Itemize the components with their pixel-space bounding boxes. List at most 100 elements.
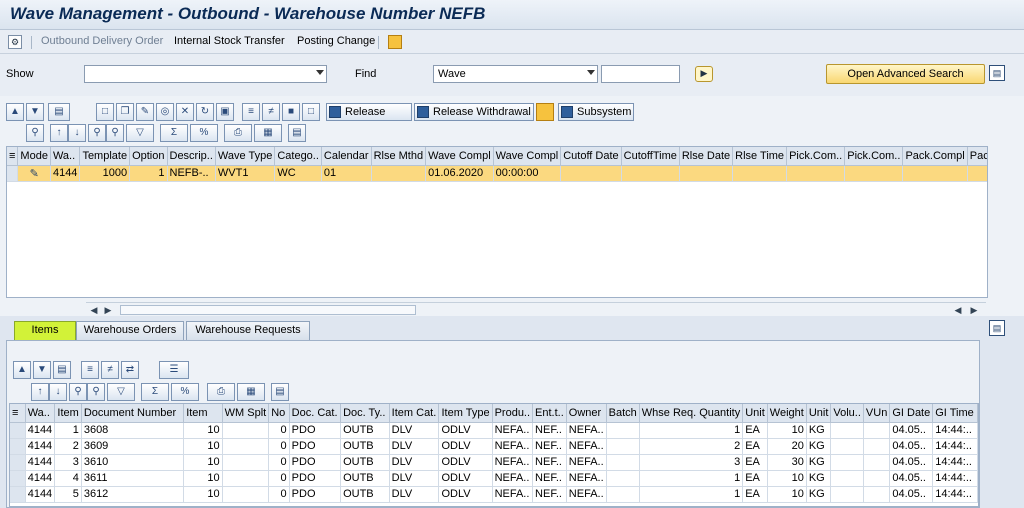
show-select[interactable] <box>84 65 327 83</box>
column-header-wa-1[interactable]: Wa.. <box>50 147 81 166</box>
arrow-down-icon[interactable]: ▼ <box>26 103 44 121</box>
scroll-thumb[interactable] <box>120 305 416 315</box>
release-button[interactable]: Release <box>326 103 412 121</box>
arrow-up-icon[interactable]: ▲ <box>13 361 31 379</box>
sum-icon[interactable]: Σ <box>141 383 169 401</box>
details-icon[interactable]: ▤ <box>48 103 70 121</box>
table-row[interactable]: 4144 4 3611 10 0 PDO OUTB DLV ODLV NEFA.. NEF.. NEF… <box>10 470 978 487</box>
sort-ascending-icon[interactable]: ↑ <box>50 124 68 142</box>
column-header-owner-12[interactable]: Owner <box>566 404 607 423</box>
list-icon[interactable]: ☰ <box>159 361 189 379</box>
export-icon[interactable]: ▦ <box>254 124 282 142</box>
refresh-icon[interactable]: ↻ <box>196 103 214 121</box>
arrow-down-icon[interactable]: ▼ <box>33 361 51 379</box>
lock-icon[interactable]: ■ <box>282 103 300 121</box>
column-header-calendar-7[interactable]: Calendar <box>321 147 372 166</box>
layout-icon[interactable]: ▤ <box>989 320 1005 336</box>
column-header-pick-com-15[interactable]: Pick.Com.. <box>786 147 846 166</box>
details-icon[interactable]: ▤ <box>53 361 71 379</box>
column-header-item-type-9[interactable]: Item Type <box>438 404 493 423</box>
row-selector[interactable] <box>10 470 26 487</box>
sum-icon[interactable]: Σ <box>160 124 188 142</box>
column-header-item-3[interactable]: Item <box>183 404 223 423</box>
merge-icon[interactable]: ≡ <box>242 103 260 121</box>
copy-icon[interactable]: ❐ <box>116 103 134 121</box>
column-header-wm-splt-4[interactable]: WM Splt <box>222 404 270 423</box>
arrow-up-icon[interactable]: ▲ <box>6 103 24 121</box>
yellow-folder-icon[interactable] <box>536 103 554 121</box>
table-row[interactable]: 4144 5 3612 10 0 PDO OUTB DLV ODLV NEFA.. NEF.. NEF… <box>10 486 978 503</box>
column-header-doc-ty-7[interactable]: Doc. Ty.. <box>340 404 390 423</box>
column-header-produ-10[interactable]: Produ.. <box>492 404 534 423</box>
release-withdrawal-button[interactable]: Release Withdrawal <box>414 103 534 121</box>
column-header-rlse-date-13[interactable]: Rlse Date <box>679 147 734 166</box>
column-header-whse-req-quantity-14[interactable]: Whse Req. Quantity <box>639 404 744 423</box>
column-header-item-1[interactable]: Item <box>54 404 82 423</box>
delete-icon[interactable]: ✕ <box>176 103 194 121</box>
unlock-icon[interactable]: □ <box>302 103 320 121</box>
sort-descending-icon[interactable]: ↓ <box>49 383 67 401</box>
table-row[interactable]: 4144 3 3610 10 0 PDO OUTB DLV ODLV NEFA.. NEF.. NEF… <box>10 454 978 471</box>
layout-icon[interactable]: ≡ <box>10 404 26 423</box>
table-row[interactable]: 4144 2 3609 10 0 PDO OUTB DLV ODLV NEFA.. NEF.. NEF… <box>10 438 978 455</box>
scroll-right-icon[interactable]: ▶ <box>968 304 980 316</box>
column-header-vun-19[interactable]: VUn <box>863 404 891 423</box>
merge-icon[interactable]: ≡ <box>81 361 99 379</box>
search-icon[interactable]: ⚲ <box>69 383 87 401</box>
column-header-gi-time-21[interactable]: GI Time <box>932 404 978 423</box>
tab-warehouse-requests[interactable]: Warehouse Requests <box>186 321 310 340</box>
print-icon[interactable]: ⎙ <box>224 124 252 142</box>
find-text-input[interactable] <box>601 65 680 83</box>
find-select[interactable]: Wave <box>433 65 598 83</box>
column-header-gi-date-20[interactable]: GI Date <box>889 404 934 423</box>
subtotal-icon[interactable]: % <box>171 383 199 401</box>
open-advanced-search-button[interactable]: Open Advanced Search <box>826 64 985 84</box>
export-icon[interactable]: ▦ <box>237 383 265 401</box>
subsystem-button[interactable]: Subsystem <box>558 103 634 121</box>
save-icon[interactable]: ▣ <box>216 103 234 121</box>
column-header-batch-13[interactable]: Batch <box>606 404 640 423</box>
split-icon[interactable]: ≠ <box>101 361 119 379</box>
graphic-icon[interactable]: ▤ <box>288 124 306 142</box>
column-header-ent-t-11[interactable]: Ent.t.. <box>532 404 567 423</box>
find-icon[interactable]: ⚲ <box>26 124 44 142</box>
internal-stock-transfer-button[interactable]: Internal Stock Transfer <box>174 35 285 47</box>
sort-descending-icon[interactable]: ↓ <box>68 124 86 142</box>
column-header-wave-compl-10[interactable]: Wave Compl <box>493 147 562 166</box>
column-header-wave-type-5[interactable]: Wave Type <box>215 147 276 166</box>
split-icon[interactable]: ≠ <box>262 103 280 121</box>
graphic-icon[interactable]: ▤ <box>271 383 289 401</box>
layout-icon[interactable]: ≡ <box>7 147 19 166</box>
table-row[interactable]: 4144 1 3608 10 0 PDO OUTB DLV ODLV NEFA.. NEF.. NEF… <box>10 422 978 439</box>
column-header-item-cat-8[interactable]: Item Cat. <box>389 404 440 423</box>
column-header-mode-0[interactable]: Mode <box>17 147 51 166</box>
display-icon[interactable]: ◎ <box>156 103 174 121</box>
column-header-pack-compl-17[interactable]: Pack.Compl <box>902 147 968 166</box>
scroll-left-icon[interactable]: ◀ <box>88 304 100 316</box>
find-next-icon[interactable]: ⚲ <box>87 383 105 401</box>
sort-ascending-icon[interactable]: ↑ <box>31 383 49 401</box>
row-selector[interactable] <box>10 438 26 455</box>
table-row[interactable]: ✎ 4144 1000 1 NEFB-.. WVT1 WC 01 01.06.2020 00:00… <box>7 165 987 182</box>
column-header-pick-com-16[interactable]: Pick.Com.. <box>844 147 904 166</box>
wave-horizontal-scrollbar[interactable]: ◀ ▶ ◀ ▶ <box>86 302 986 316</box>
column-header-weight-16[interactable]: Weight <box>767 404 807 423</box>
outbound-delivery-order-button[interactable]: Outbound Delivery Order <box>41 35 163 47</box>
column-header-cutofftime-12[interactable]: CutoffTime <box>621 147 680 166</box>
column-header-unit-15[interactable]: Unit <box>742 404 768 423</box>
yellow-folder-icon[interactable] <box>388 35 402 49</box>
column-header-no-5[interactable]: No <box>268 404 290 423</box>
find-next-icon[interactable]: ⚲ <box>106 124 124 142</box>
settings-icon[interactable]: ⚙ <box>8 35 22 49</box>
row-selector[interactable] <box>10 454 26 471</box>
filter-icon[interactable]: ▽ <box>126 124 154 142</box>
layout-icon[interactable]: ▤ <box>989 65 1005 81</box>
row-selector[interactable] <box>7 165 19 182</box>
column-header-pack-compl-18[interactable]: Pack.Compl <box>967 147 987 166</box>
filter-icon[interactable]: ▽ <box>107 383 135 401</box>
column-header-unit-17[interactable]: Unit <box>806 404 832 423</box>
search-icon[interactable]: ⚲ <box>88 124 106 142</box>
scroll-right-icon[interactable]: ▶ <box>102 304 114 316</box>
execute-icon[interactable]: ▶ <box>695 66 713 82</box>
column-header-cutoff-date-11[interactable]: Cutoff Date <box>560 147 622 166</box>
